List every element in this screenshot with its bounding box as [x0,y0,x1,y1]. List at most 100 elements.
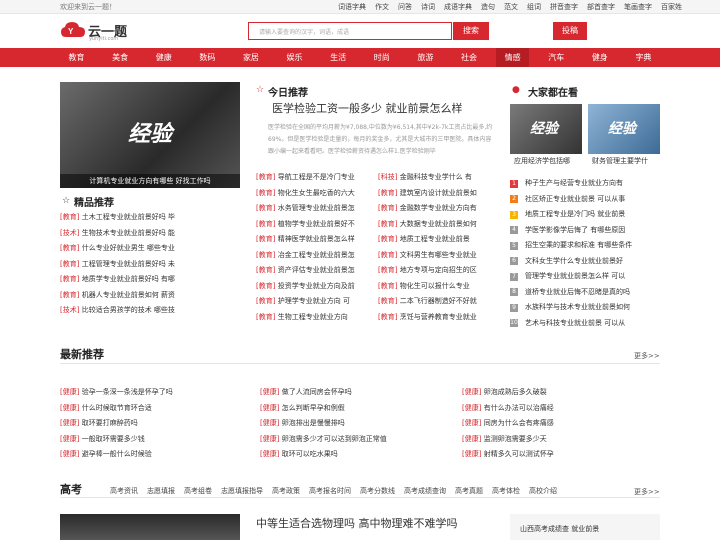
search-input[interactable]: 请输入要查询的汉字，词语，成语 [248,22,452,40]
list-item[interactable]: [技术] 比较适合男孩学的技术 哪些技 [60,303,240,319]
gaokao-tab[interactable]: 高考资讯 [110,486,138,496]
rank-item[interactable]: 9 水族科学与技术专业就业前景如何 [510,300,632,316]
list-item[interactable]: [教育] 精神医学就业前景怎么样 [256,232,374,248]
top-link[interactable]: 诗词 [421,2,435,12]
list-item[interactable]: [教育] 土木工程专业就业前景好吗 毕 [60,210,240,226]
rank-item[interactable]: 3 地质工程专业是冷门吗 就业前景 [510,207,632,223]
gaokao-tab[interactable]: 高考组卷 [184,486,212,496]
list-item[interactable]: [教育] 大数据专业就业前景如何 [378,217,496,233]
rank-item[interactable]: 8 道桥专业就业后悔不忍睹是真的吗 [510,285,632,301]
list-item[interactable]: [教育] 冶金工程专业就业前景怎 [256,248,374,264]
list-item[interactable]: [教育] 工程管理专业就业前景好吗 未 [60,257,240,273]
list-item[interactable]: [教育] 地方专项与定向招生的区 [378,263,496,279]
list-item[interactable]: [健康] 取环可以吃水果吗 [260,447,450,463]
list-item[interactable]: [教育] 机器人专业就业前景如何 薪资 [60,288,240,304]
list-item[interactable]: [教育] 物化生可以报什么专业 [378,279,496,295]
gaokao-tab[interactable]: 高考真题 [455,486,483,496]
list-item[interactable]: [教育] 地质工程专业就业前景 [378,232,496,248]
thumb-image[interactable]: 经验 [588,104,660,154]
list-item[interactable]: [教育] 地质学专业就业前景好吗 有哪 [60,272,240,288]
list-item[interactable]: [教育] 水务管理专业就业前景怎 [256,201,374,217]
hero-image[interactable]: 经验 计算机专业就业方向有哪些 好找工作吗 [60,82,240,188]
list-item[interactable]: [健康] 有什么办法可以治痛经 [462,401,660,417]
search-button[interactable]: 搜索 [453,22,489,40]
latest-more-link[interactable]: 更多>> [634,351,660,361]
list-item[interactable]: [健康] 验孕一条深一条浅是怀孕了吗 [60,385,250,401]
nav-item[interactable]: 美食 [104,48,137,67]
list-item[interactable]: [健康] 怎么判断早孕和例假 [260,401,450,417]
list-item[interactable]: [教育] 护理学专业就业方向 可 [256,294,374,310]
thumb-caption[interactable]: 应用经济学包括哪 [514,156,570,166]
nav-item[interactable]: 健康 [147,48,180,67]
list-item[interactable]: [教育] 导航工程是不是冷门专业 [256,170,374,186]
nav-item[interactable]: 时尚 [365,48,398,67]
rank-item[interactable]: 7 管理学专业就业前景怎么样 可以 [510,269,632,285]
list-item[interactable]: [教育] 二本飞行器制造好不好就 [378,294,496,310]
list-item[interactable]: [健康] 做了人流同房会怀孕吗 [260,385,450,401]
top-link[interactable]: 问答 [398,2,412,12]
list-item[interactable]: [科技] 金融科技专业学什么 有 [378,170,496,186]
list-item[interactable]: [健康] 什么时候取节育环合适 [60,401,250,417]
gaokao-tab[interactable]: 志愿填报指导 [221,486,263,496]
top-link[interactable]: 拼音查字 [550,2,578,12]
nav-item[interactable]: 家居 [234,48,267,67]
rank-item[interactable]: 4 学医学影像学后悔了 有哪些原因 [510,223,632,239]
gaokao-tab[interactable]: 志愿填报 [147,486,175,496]
top-link[interactable]: 部首查字 [587,2,615,12]
top-link[interactable]: 成语字典 [444,2,472,12]
list-item[interactable]: [教育] 生物工程专业就业方向 [256,310,374,326]
list-item[interactable]: [教育] 什么专业好就业男生 哪些专业 [60,241,240,257]
gaokao-headline[interactable]: 中等生适合选物理吗 高中物理难不难学吗 [256,515,458,531]
top-link[interactable]: 笔画查字 [624,2,652,12]
top-link[interactable]: 组词 [527,2,541,12]
gaokao-more-link[interactable]: 更多>> [634,487,660,497]
today-headline[interactable]: 医学检验工资一般多少 就业前景怎么样 [272,100,463,116]
gaokao-tab[interactable]: 高考体检 [492,486,520,496]
top-link[interactable]: 作文 [375,2,389,12]
nav-item[interactable]: 教育 [60,48,93,67]
nav-item[interactable]: 字典 [627,48,660,67]
list-item[interactable]: [健康] 一般取环需要多少钱 [60,432,250,448]
top-link[interactable]: 词语字典 [338,2,366,12]
nav-item[interactable]: 社会 [452,48,485,67]
nav-item[interactable]: 汽车 [540,48,573,67]
top-link[interactable]: 百家姓 [661,2,682,12]
list-item[interactable]: [健康] 卵泡需多少才可以达到卵泡正常值 [260,432,450,448]
list-item[interactable]: [健康] 取环要打麻醉药吗 [60,416,250,432]
nav-item[interactable]: 数码 [191,48,224,67]
hero-caption[interactable]: 计算机专业就业方向有哪些 好找工作吗 [60,174,240,188]
thumb-caption[interactable]: 财务管理主要学什 [592,156,648,166]
rank-item[interactable]: 10 艺术与科技专业就业前景 可以从 [510,316,632,332]
list-item[interactable]: [健康] 同房为什么会有疼痛感 [462,416,660,432]
thumb-image[interactable]: 经验 [510,104,582,154]
top-link[interactable]: 范文 [504,2,518,12]
list-item[interactable]: [健康] 卵泡排出是慢慢排吗 [260,416,450,432]
list-item[interactable]: [教育] 植物学专业就业前景好不 [256,217,374,233]
nav-item-active[interactable]: 情感 [496,48,530,67]
nav-item[interactable]: 生活 [322,48,355,67]
gaokao-image[interactable] [60,514,240,540]
list-item[interactable]: [教育] 金融数学专业就业方向有 [378,201,496,217]
site-logo[interactable]: Y 云一题 yunyiti.com [60,19,130,43]
list-item[interactable]: [教育] 物化生女生最吃香的六大 [256,186,374,202]
list-item[interactable]: [教育] 烹饪与营养教育专业就业 [378,310,496,326]
nav-item[interactable]: 健身 [583,48,616,67]
gaokao-tab[interactable]: 高考分数线 [360,486,395,496]
gaokao-tab[interactable]: 高校介绍 [529,486,557,496]
list-item[interactable]: [健康] 避孕棒一般什么时候验 [60,447,250,463]
rank-item[interactable]: 6 文科女生学什么专业就业前景好 [510,254,632,270]
gaokao-side-text[interactable]: 山西高考成绩查 就业前景 [520,524,599,534]
rank-item[interactable]: 1 种子生产与经营专业就业方向有 [510,176,632,192]
list-item[interactable]: [教育] 资产评估专业就业前景怎 [256,263,374,279]
list-item[interactable]: [技术] 生物技术专业就业前景好吗 能 [60,226,240,242]
gaokao-tab[interactable]: 高考成绩查询 [404,486,446,496]
nav-item[interactable]: 旅游 [409,48,442,67]
rank-item[interactable]: 5 招生空乘的要求和标准 有哪些条件 [510,238,632,254]
list-item[interactable]: [教育] 投资学专业就业方向及前 [256,279,374,295]
list-item[interactable]: [健康] 监测卵泡需要多少天 [462,432,660,448]
gaokao-tab[interactable]: 高考报名时间 [309,486,351,496]
nav-item[interactable]: 娱乐 [278,48,311,67]
rank-item[interactable]: 2 社区矫正专业就业前景 可以从事 [510,192,632,208]
list-item[interactable]: [教育] 文科男生有哪些专业就业 [378,248,496,264]
list-item[interactable]: [教育] 建筑室内设计就业前景如 [378,186,496,202]
